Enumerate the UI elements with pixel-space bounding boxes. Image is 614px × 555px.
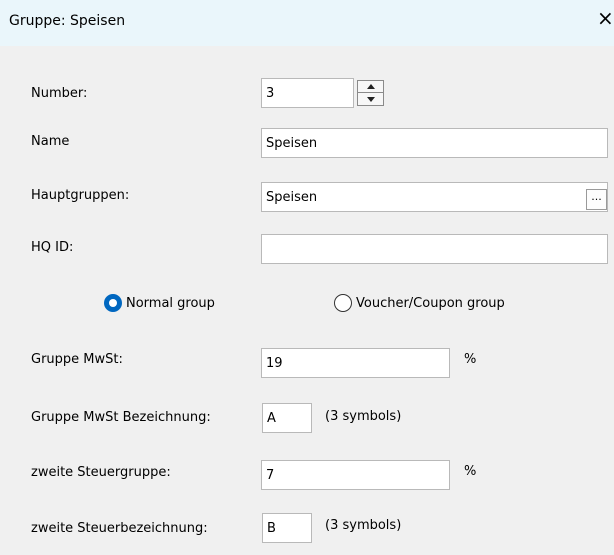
spin-down-button[interactable] [357, 92, 384, 106]
radio-voucher-group-label: Voucher/Coupon group [356, 295, 505, 311]
gruppe-mwst-input[interactable] [261, 348, 450, 378]
gruppe-mwst-bezeichnung-hint: (3 symbols) [325, 409, 402, 424]
name-input[interactable] [261, 128, 608, 158]
radio-voucher-group[interactable]: Voucher/Coupon group [334, 294, 505, 312]
zweite-steuerbezeichnung-hint: (3 symbols) [325, 518, 402, 533]
radio-normal-group[interactable]: Normal group [104, 294, 215, 312]
radio-selected-icon [104, 294, 122, 312]
name-label: Name [31, 134, 70, 149]
hauptgruppen-browse-button[interactable]: ... [586, 189, 607, 210]
gruppe-mwst-label: Gruppe MwSt: [31, 352, 123, 367]
ellipsis-icon: ... [591, 190, 602, 203]
window-title: Gruppe: Speisen [9, 13, 126, 29]
zweite-steuergruppe-percent: % [464, 464, 477, 479]
close-icon[interactable]: × [597, 8, 614, 28]
radio-normal-group-label: Normal group [126, 295, 215, 311]
chevron-up-icon [367, 84, 375, 89]
zweite-steuerbezeichnung-label: zweite Steuerbezeichnung: [31, 521, 208, 536]
hq-id-input[interactable] [261, 234, 608, 264]
zweite-steuerbezeichnung-input[interactable] [262, 513, 312, 543]
gruppe-mwst-percent: % [464, 352, 477, 367]
zweite-steuergruppe-label: zweite Steuergruppe: [31, 465, 171, 480]
zweite-steuergruppe-input[interactable] [261, 460, 450, 490]
number-label: Number: [31, 86, 88, 101]
hq-id-label: HQ ID: [31, 240, 74, 255]
hauptgruppen-input[interactable] [261, 182, 608, 212]
number-input[interactable] [261, 78, 354, 108]
gruppe-mwst-bezeichnung-label: Gruppe MwSt Bezeichnung: [31, 410, 211, 425]
hauptgruppen-label: Hauptgruppen: [31, 188, 130, 203]
chevron-down-icon [367, 97, 375, 102]
title-bar: Gruppe: Speisen × [0, 0, 614, 46]
radio-unselected-icon [334, 294, 352, 312]
number-stepper[interactable] [357, 80, 384, 106]
gruppe-mwst-bezeichnung-input[interactable] [262, 403, 312, 433]
